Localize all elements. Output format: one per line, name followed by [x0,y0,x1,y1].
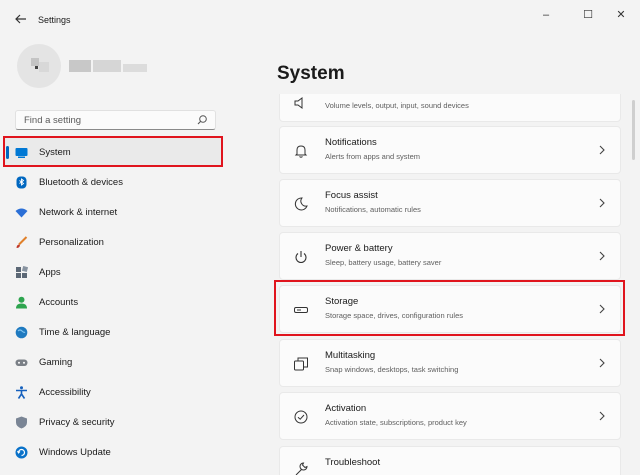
update-icon [15,446,28,459]
sidebar-item-label: Network & internet [39,207,118,218]
item-subtitle: Volume levels, output, input, sound devi… [325,101,469,110]
sidebar-item-label: Privacy & security [39,417,115,428]
sidebar-item-accessibility[interactable]: Accessibility [4,378,222,407]
apps-icon [16,266,28,278]
search-box[interactable] [15,110,216,130]
item-subtitle: Alerts from apps and system [325,152,421,161]
storage-icon [294,307,308,313]
item-subtitle: Notifications, automatic rules [325,205,421,214]
app-title: Settings [38,15,71,25]
shield-icon [16,416,27,429]
chevron-right-icon [599,411,605,421]
item-title: Troubleshoot [325,457,381,468]
sidebar-item-label: Apps [39,267,61,278]
page-title: System [277,63,345,84]
user-name-blurred [69,60,147,72]
selection-indicator [6,146,9,159]
item-subtitle: Snap windows, desktops, task switching [325,365,459,374]
sidebar-item-label: Accessibility [39,387,91,398]
back-button[interactable] [13,12,29,28]
chevron-right-icon [599,358,605,368]
power-icon [295,251,307,264]
settings-item-power-battery[interactable]: Power & battery Sleep, battery usage, ba… [279,232,621,280]
arrow-left-icon [15,14,26,24]
scrollbar[interactable] [632,100,635,160]
item-title: Storage [325,296,359,307]
settings-list: Volume levels, output, input, sound devi… [279,94,621,475]
sidebar-item-label: Personalization [39,237,104,248]
search-input[interactable] [24,111,194,129]
sidebar-item-bluetooth-devices[interactable]: Bluetooth & devices [4,168,222,197]
sidebar-item-windows-update[interactable]: Windows Update [4,438,222,467]
bell-icon [294,145,308,158]
settings-item-storage[interactable]: Storage Storage space, drives, configura… [279,285,621,333]
check-circle-icon [294,410,308,424]
sidebar-item-label: Windows Update [39,447,111,458]
item-title: Multitasking [325,350,376,361]
settings-item-sound[interactable]: Volume levels, output, input, sound devi… [279,94,621,122]
person-icon [16,296,27,309]
wrench-icon [295,462,308,475]
moon-icon [294,197,308,211]
item-subtitle: Sleep, battery usage, battery saver [325,258,442,267]
close-button[interactable]: ✕ [606,4,636,26]
settings-item-activation[interactable]: Activation Activation state, subscriptio… [279,392,621,440]
gamepad-icon [15,359,28,366]
sidebar-item-apps[interactable]: Apps [4,258,222,287]
sidebar-item-label: Bluetooth & devices [39,177,123,188]
title-bar: Settings – ☐ ✕ [0,0,640,40]
search-icon[interactable] [196,114,208,126]
sidebar-item-label: Accounts [39,297,79,308]
multitask-icon [294,357,308,371]
minimize-button[interactable]: – [531,4,561,26]
chevron-right-icon [599,304,605,314]
item-title: Power & battery [325,243,393,254]
sidebar-item-privacy-security[interactable]: Privacy & security [4,408,222,437]
sidebar-item-accounts[interactable]: Accounts [4,288,222,317]
avatar [17,44,61,88]
item-title: Activation [325,403,367,414]
item-subtitle: Storage space, drives, configuration rul… [325,311,463,320]
chevron-right-icon [599,198,605,208]
settings-item-troubleshoot[interactable]: Troubleshoot [279,446,621,475]
item-title: Focus assist [325,190,378,201]
sidebar-item-network-internet[interactable]: Network & internet [4,198,222,227]
item-subtitle: Activation state, subscriptions, product… [325,418,467,427]
settings-item-notifications[interactable]: Notifications Alerts from apps and syste… [279,126,621,174]
display-icon [15,148,28,158]
sidebar-item-label: System [39,147,71,158]
sidebar-item-personalization[interactable]: Personalization [4,228,222,257]
chevron-right-icon [599,251,605,261]
settings-item-focus-assist[interactable]: Focus assist Notifications, automatic ru… [279,179,621,227]
item-title: Notifications [325,137,377,148]
bluetooth-icon [16,176,27,189]
accessibility-icon [16,386,27,399]
sidebar-item-gaming[interactable]: Gaming [4,348,222,377]
chevron-right-icon [599,145,605,155]
sidebar-item-time-language[interactable]: Time & language [4,318,222,347]
settings-item-multitasking[interactable]: Multitasking Snap windows, desktops, tas… [279,339,621,387]
sidebar-item-system[interactable]: System [4,138,222,167]
maximize-button[interactable]: ☐ [573,4,603,26]
wifi-icon [15,208,28,218]
sidebar-item-label: Time & language [39,327,111,338]
brush-icon [16,236,28,248]
globe-clock-icon [15,326,28,339]
sidebar-item-label: Gaming [39,357,73,368]
sound-icon [294,97,303,109]
